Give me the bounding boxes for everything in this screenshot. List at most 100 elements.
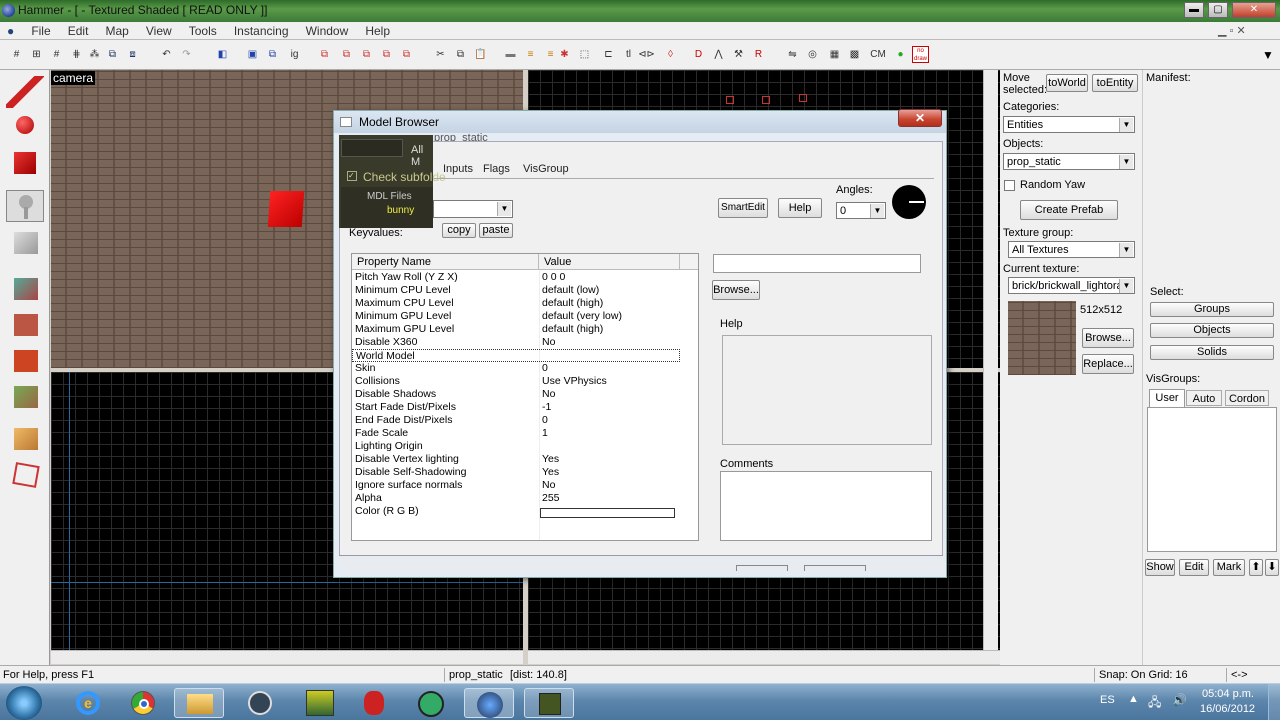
clipping-tool-icon[interactable] [6,424,44,456]
current-texture-select[interactable]: brick/brickwall_lightorai ▼ [1008,277,1135,294]
decal-tool-icon[interactable]: ▩ [846,46,863,63]
table-row[interactable]: Minimum CPU Level default (low) [352,284,698,297]
tray-arrow-icon[interactable]: ▲ [1128,693,1139,705]
table-row[interactable]: Collisions Use VPhysics [352,375,698,388]
table-row[interactable]: End Fade Dist/Pixels 0 [352,414,698,427]
help-button[interactable]: Help [778,198,822,218]
select-solids-button[interactable]: Solids [1150,345,1274,360]
undo-icon[interactable]: ↶ [158,46,175,63]
menu-instancing[interactable]: Instancing [227,22,296,40]
clip-tool-icon[interactable]: ⚒ [730,46,747,63]
cubemap-button[interactable]: CM [868,46,888,63]
grid-3d-icon[interactable]: ⋕ [68,46,85,63]
vertex-tool-icon[interactable]: ⋀ [710,46,727,63]
class-select[interactable]: ▼ [433,200,513,218]
tab-visgroup[interactable]: VisGroup [520,160,572,178]
clock-time[interactable]: 05:04 p.m. [1202,688,1254,700]
visgroup-mark-button[interactable]: Mark [1213,559,1245,576]
visgroups-list[interactable] [1147,407,1277,552]
entity-report-icon[interactable]: ◧ [214,46,231,63]
select-box-icon[interactable]: ⬚ [576,46,593,63]
table-row[interactable]: Lighting Origin [352,440,698,453]
grid-toggle-icon[interactable]: # [8,46,25,63]
align-left-icon[interactable]: ⊏ [600,46,617,63]
minimize-button[interactable]: ▬ [1184,2,1204,18]
comments-textarea[interactable] [720,471,932,541]
app-red-icon[interactable] [350,688,400,718]
copy-button[interactable]: copy [442,223,476,238]
texture-scaling-lock-icon[interactable]: ⧉ [398,46,415,63]
smartedit-button[interactable]: SmartEdit [718,198,768,218]
table-row[interactable]: Skin 0 [352,362,698,375]
carve-icon[interactable]: ⧉ [104,46,121,63]
tab-cordon[interactable]: Cordon [1225,390,1269,406]
apply-texture-icon[interactable] [6,310,44,342]
dialog-close-button[interactable]: ✕ [898,109,942,127]
hammer-task-icon[interactable] [464,688,514,718]
create-prefab-button[interactable]: Create Prefab [1020,200,1118,220]
camera-tool-icon[interactable] [6,148,44,180]
align-text-icon[interactable]: tl [620,46,637,63]
table-row[interactable]: Disable Shadows No [352,388,698,401]
table-row[interactable]: Disable Vertex lighting Yes [352,453,698,466]
nodraw-icon[interactable]: no draw [912,46,929,63]
angles-select[interactable]: 0 ▼ [836,202,886,219]
table-row[interactable]: Maximum GPU Level default (high) [352,323,698,336]
table-row[interactable]: Disable Self-Shadowing Yes [352,466,698,479]
cut-icon[interactable]: ✂ [432,46,449,63]
flip-v-icon[interactable]: ◊ [662,46,679,63]
copy-icon[interactable]: ⧉ [452,46,469,63]
steam-icon[interactable] [236,688,286,718]
objects-select[interactable]: prop_static ▼ [1003,153,1135,170]
selection-tool-icon[interactable] [6,76,44,108]
menu-file[interactable]: File [24,22,57,40]
menu-help[interactable]: Help [358,22,397,40]
language-indicator[interactable]: ES [1100,694,1115,706]
radius-culling-icon[interactable]: ✱ [556,46,573,63]
mdi-controls[interactable]: ▁ ▫ ✕ [1218,24,1246,37]
model-viewer-task-icon[interactable] [524,688,574,718]
ignore-groups-icon[interactable]: ig [286,46,303,63]
displacement-icon[interactable]: R [750,46,767,63]
texture-group-select[interactable]: All Textures ▼ [1008,241,1135,258]
grid-dots-icon[interactable]: ⁂ [86,46,103,63]
tab-user[interactable]: User [1149,389,1185,407]
table-row[interactable]: Ignore surface normals No [352,479,698,492]
tab-auto[interactable]: Auto [1186,390,1222,406]
vertical-scrollbar[interactable] [983,70,998,650]
angle-dial[interactable] [892,185,926,219]
dex-icon[interactable] [406,688,456,718]
flip-h-icon[interactable]: ⊲⊳ [638,46,655,63]
menu-edit[interactable]: Edit [61,22,96,40]
internet-explorer-icon[interactable]: e [64,688,114,718]
to-entity-button[interactable]: toEntity [1092,74,1138,92]
show-desktop-button[interactable] [1268,684,1280,720]
menu-window[interactable]: Window [299,22,356,40]
entity-tool-icon-left[interactable] [6,190,44,222]
model-tree[interactable]: MDL Files bunny [341,187,433,228]
redo-icon[interactable]: ↷ [178,46,195,63]
apply-decal-icon[interactable] [6,346,44,378]
network-icon[interactable]: 🖧 [1148,693,1161,714]
col-property-header[interactable]: Property Name [352,254,539,270]
filter-field[interactable] [341,139,403,157]
paste-icon[interactable]: 📋 [472,46,489,63]
table-row[interactable]: Disable X360 No [352,336,698,349]
table-row[interactable]: Minimum GPU Level default (very low) [352,310,698,323]
show-all-icon[interactable]: ⧉ [358,46,375,63]
grid-smaller-icon[interactable]: ⊞ [28,46,45,63]
hollow-icon[interactable]: ⧈ [124,46,141,63]
clock-date[interactable]: 16/06/2012 [1200,703,1255,715]
table-row[interactable]: Alpha 255 [352,492,698,505]
to-world-button[interactable]: toWorld [1046,74,1088,92]
keyvalues-table[interactable]: Property Name Value Pitch Yaw Roll (Y Z … [351,253,699,541]
leaf-icon[interactable]: ● [892,46,909,63]
texture-replace-button[interactable]: Replace... [1082,354,1134,374]
horizontal-scrollbar[interactable] [528,650,1000,664]
start-button-icon[interactable] [6,686,42,720]
tab-flags[interactable]: Flags [480,160,513,178]
categories-select[interactable]: Entities ▼ [1003,116,1135,133]
visgroup-edit-button[interactable]: Edit [1179,559,1209,576]
texture-lock-icon[interactable]: ⧉ [378,46,395,63]
col-value-header[interactable]: Value [539,254,680,270]
